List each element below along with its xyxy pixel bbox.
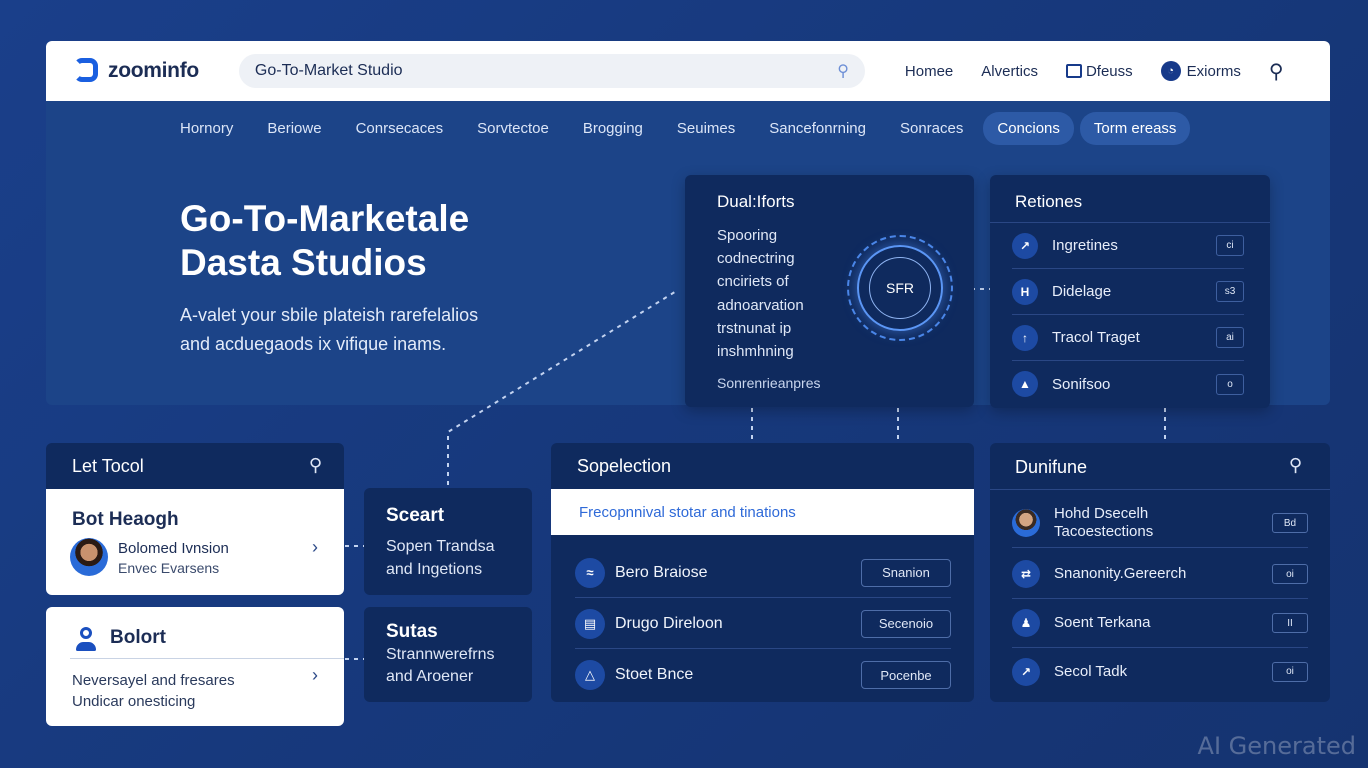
tab-seuimes[interactable]: Seuimes	[663, 112, 749, 145]
nav-item-alvertics[interactable]: Alvertics	[981, 63, 1038, 80]
list-item[interactable]: ↗ Ingretines ci	[1012, 223, 1244, 269]
dunifune-card: Dunifune ⚲ Hohd Dsecelh Tacoestections Bd…	[990, 443, 1330, 702]
user-icon: ♟	[1012, 609, 1040, 637]
card-title: Retiones	[1015, 192, 1083, 211]
logo[interactable]: zoominfo	[74, 58, 199, 84]
nav-item-home[interactable]: Homee	[905, 63, 953, 80]
user-icon	[74, 627, 98, 655]
card-title: Dunifune	[1015, 457, 1088, 477]
chevron-right-icon[interactable]: ›	[312, 537, 318, 558]
search-icon[interactable]: ⚲	[1289, 455, 1302, 476]
list-item[interactable]: ≈ Bero Braiose Snanion	[575, 548, 951, 598]
list-item[interactable]: ↗ Secol Tadk oi	[1012, 647, 1308, 696]
dual-efforts-card: Dual:Iforts Spooring codnectring cncirie…	[685, 175, 974, 407]
bot-subtitle: Envec Evarsens	[118, 560, 220, 576]
row-action-button[interactable]: Pocenbe	[861, 661, 951, 689]
search-icon[interactable]: ⚲	[309, 455, 322, 476]
tab-sancefonrning[interactable]: Sancefonrning	[755, 112, 880, 145]
top-nav: Homee Alvertics Dfeuss ◔ Exiorms ⚲	[905, 59, 1284, 84]
selection-input[interactable]: Frecopnnival stotar and tinations	[551, 489, 974, 535]
avatar	[70, 538, 108, 576]
retiones-card: Retiones ↗ Ingretines ci H Didelage s3 ↑…	[990, 175, 1270, 408]
card-desc: Sopen Trandsa and Ingetions	[386, 538, 495, 578]
card-title: Sceart	[386, 505, 445, 526]
bot-card[interactable]: Bot Heaogh Bolomed Ivnsion Envec Evarsen…	[46, 489, 344, 595]
search-input[interactable]: Go-To-Market Studio ⚲	[238, 54, 865, 88]
card-title: Sutas	[386, 621, 438, 642]
tab-hornory[interactable]: Hornory	[166, 112, 247, 145]
hero-subtitle: A-valet your sbile plateish rarefelalios…	[180, 305, 479, 354]
h-icon: H	[1012, 278, 1038, 305]
bot-title: Bot Heaogh	[72, 509, 179, 530]
list-item[interactable]: Hohd Dsecelh Tacoestections Bd	[1012, 499, 1308, 548]
watermark: AI Generated	[1197, 732, 1356, 760]
card-title: Sopelection	[577, 456, 672, 476]
graph-icon: ↗	[1012, 232, 1038, 259]
card-desc: Strannwerefrns and Aroener	[386, 646, 495, 685]
nav-item-exiorms[interactable]: ◔ Exiorms	[1160, 61, 1241, 81]
selection-header: Sopelection	[551, 443, 974, 489]
globe-icon: ◔	[1160, 61, 1181, 81]
list-item[interactable]: ⇄ Snanonity.Gereerch oi	[1012, 550, 1308, 599]
list-item[interactable]: H Didelage s3	[1012, 269, 1244, 315]
document-icon	[1065, 64, 1082, 78]
logo-text: zoominfo	[108, 59, 199, 82]
selection-list: ≈ Bero Braiose Snanion ▤ Drugo Direloon …	[551, 535, 974, 702]
tab-concions[interactable]: Concions	[983, 112, 1074, 145]
sutas-card[interactable]: Sutas Strannwerefrns and Aroener	[364, 607, 532, 702]
card-title: Let Tocol	[72, 456, 144, 476]
chevron-right-icon[interactable]: ›	[312, 665, 318, 686]
selection-placeholder[interactable]: Frecopnnival stotar and tinations	[579, 504, 796, 521]
row-action-button[interactable]: Snanion	[861, 558, 951, 587]
tab-sonraces[interactable]: Sonraces	[886, 112, 977, 145]
radar-ring-inner[interactable]: SFR	[869, 257, 931, 319]
nav-search-icon[interactable]: ⚲	[1269, 59, 1284, 84]
avatar	[1012, 509, 1040, 537]
sceart-card[interactable]: Sceart Sopen Trandsa and Ingetions	[364, 488, 532, 595]
list-item[interactable]: ♟ Soent Terkana II	[1012, 599, 1308, 648]
upload-icon: ↑	[1012, 324, 1038, 351]
book-icon: ▤	[575, 608, 605, 639]
card-title: Dual:Iforts	[717, 192, 795, 211]
list-item[interactable]: △ Stoet Bnce Pocenbe	[575, 650, 951, 700]
search-value[interactable]: Go-To-Market Studio	[255, 62, 837, 80]
zoominfo-logo-icon	[74, 58, 100, 84]
bolort-card[interactable]: Bolort Neversayel and fresares Undicar o…	[46, 607, 344, 726]
tab-beriowe[interactable]: Beriowe	[253, 112, 335, 145]
page-title: Go-To-Marketale Dasta Studios	[180, 198, 470, 283]
divider	[990, 489, 1330, 490]
list-item[interactable]: ▲ Sonifsoo o	[1012, 361, 1244, 407]
search-icon[interactable]: ⚲	[837, 61, 849, 81]
bolort-line: Undicar onesticing	[72, 693, 196, 710]
shuffle-icon: ⇄	[1012, 560, 1040, 588]
tab-brogging[interactable]: Brogging	[569, 112, 657, 145]
nav-item-dfeuss[interactable]: Dfeuss	[1065, 63, 1133, 80]
bolort-line: Neversayel and fresares	[72, 672, 235, 689]
list-item[interactable]: ↑ Tracol Traget ai	[1012, 315, 1244, 361]
tab-conrsecaces[interactable]: Conrsecaces	[342, 112, 458, 145]
arrow-icon: ↗	[1012, 657, 1040, 686]
bot-name: Bolomed Ivnsion	[118, 540, 229, 557]
row-action-button[interactable]: Secenoio	[861, 609, 951, 638]
flask-icon: △	[575, 660, 605, 690]
divider	[70, 658, 344, 659]
sub-nav: Hornory Beriowe Conrsecaces Sorvtectoe B…	[166, 112, 1196, 145]
card-body: Spooring codnectring cnciriets of adnoar…	[717, 227, 804, 361]
chart-icon: ▲	[1012, 371, 1038, 397]
wave-icon: ≈	[575, 557, 605, 588]
tab-torm-ereass[interactable]: Torm ereass	[1079, 112, 1191, 145]
card-footer: Sonrenrieanpres	[717, 375, 821, 391]
let-tocol-header: Let Tocol ⚲	[46, 443, 344, 489]
top-bar: zoominfo Go-To-Market Studio ⚲ Homee Alv…	[46, 41, 1330, 101]
tab-sorvtectoe[interactable]: Sorvtectoe	[463, 112, 563, 145]
bolort-title: Bolort	[110, 627, 166, 648]
list-item[interactable]: ▤ Drugo Direloon Secenoio	[575, 599, 951, 649]
